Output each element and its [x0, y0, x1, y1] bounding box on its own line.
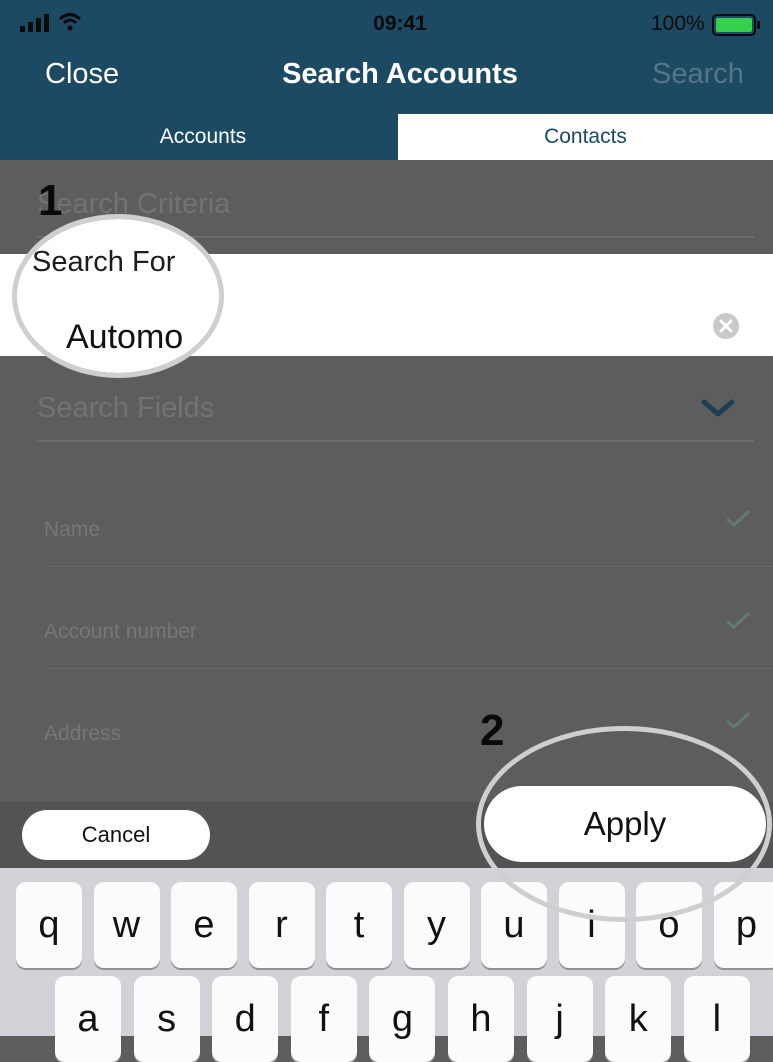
key-e[interactable]: e — [171, 882, 237, 968]
key-a[interactable]: a — [55, 976, 121, 1062]
page-title: Search Accounts — [200, 58, 600, 91]
divider — [37, 440, 754, 442]
key-q[interactable]: q — [16, 882, 82, 968]
wifi-icon — [58, 12, 82, 32]
key-h[interactable]: h — [448, 976, 514, 1062]
divider — [44, 566, 773, 567]
clock: 09:41 — [340, 12, 460, 36]
callout-circle-1 — [12, 214, 224, 378]
key-y[interactable]: y — [404, 882, 470, 968]
battery-percent: 100% — [651, 12, 705, 36]
field-option-address[interactable]: Address — [44, 722, 121, 746]
key-g[interactable]: g — [369, 976, 435, 1062]
cancel-button[interactable]: Cancel — [22, 810, 210, 860]
chevron-down-icon[interactable] — [700, 396, 736, 420]
checkmark-icon — [724, 710, 752, 730]
key-w[interactable]: w — [94, 882, 160, 968]
callout-number-2: 2 — [480, 706, 504, 756]
battery-icon — [712, 14, 762, 36]
key-k[interactable]: k — [605, 976, 671, 1062]
key-d[interactable]: d — [212, 976, 278, 1062]
close-button[interactable]: Close — [45, 58, 119, 91]
key-l[interactable]: l — [684, 976, 750, 1062]
key-t[interactable]: t — [326, 882, 392, 968]
search-fields-heading: Search Fields — [37, 392, 214, 425]
tab-contacts[interactable]: Contacts — [398, 114, 773, 160]
key-f[interactable]: f — [291, 976, 357, 1062]
checkmark-icon — [724, 508, 752, 528]
clear-icon[interactable] — [712, 312, 740, 340]
key-s[interactable]: s — [134, 976, 200, 1062]
key-r[interactable]: r — [249, 882, 315, 968]
tab-strip-edge — [0, 114, 8, 160]
key-j[interactable]: j — [527, 976, 593, 1062]
field-option-account-number[interactable]: Account number — [44, 620, 197, 644]
tab-accounts[interactable]: Accounts — [8, 114, 398, 160]
callout-number-1: 1 — [38, 176, 62, 226]
callout-circle-2 — [476, 726, 772, 922]
signal-strength-icon — [20, 14, 52, 32]
field-option-name[interactable]: Name — [44, 518, 100, 542]
checkmark-icon — [724, 610, 752, 630]
divider — [44, 668, 773, 669]
search-button[interactable]: Search — [652, 58, 744, 91]
